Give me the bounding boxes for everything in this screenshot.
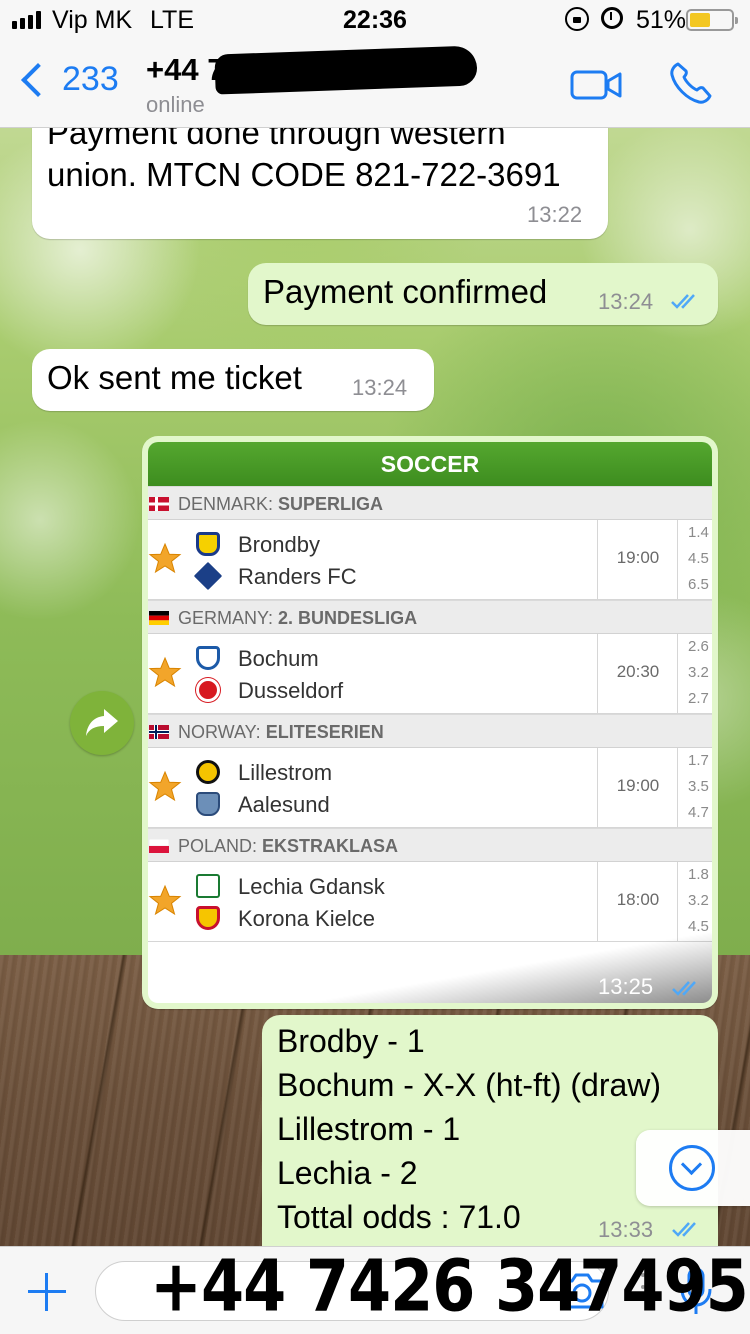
league-name: 2. BUNDESLIGA: [278, 608, 418, 628]
message-line: Lechia - 2: [277, 1155, 418, 1191]
league-country: DENMARK:: [178, 494, 274, 514]
odd-home: 2.6: [688, 638, 709, 655]
contact-name[interactable]: +44 7: [146, 52, 224, 88]
message-time: 13:24: [352, 375, 408, 400]
message-time: 13:24: [598, 289, 654, 314]
odd-away: 6.5: [688, 576, 709, 593]
message-time: 13:25: [598, 974, 654, 999]
unread-count: 233: [62, 60, 119, 98]
message-line: Bochum - X-X (ht-ft) (draw): [277, 1067, 662, 1103]
ticket-sport-header: SOCCER: [148, 442, 712, 486]
contact-status: online: [146, 92, 205, 117]
message-line: Lillestrom - 1: [277, 1111, 461, 1147]
bochum-crest-icon: [196, 646, 220, 670]
norway-flag-icon: [149, 725, 169, 739]
message-time: 13:22: [527, 202, 583, 227]
star-icon: [148, 884, 182, 916]
match-row: Brondby Randers FC 19:00 1.4 4.5 6.5: [148, 520, 712, 600]
league-country: GERMANY:: [178, 608, 274, 628]
league-country: POLAND:: [178, 836, 258, 856]
battery-icon: [686, 9, 738, 31]
dusseldorf-crest-icon: [196, 678, 220, 702]
back-button[interactable]: 233: [18, 60, 119, 99]
odd-home: 1.7: [688, 752, 709, 769]
away-team: Randers FC: [238, 564, 357, 589]
message-time: 13:33: [598, 1217, 654, 1242]
bet-ticket-image: SOCCER DENMARK: SUPERLIGA Brondby Rander…: [148, 442, 712, 1003]
odd-draw: 4.5: [688, 550, 709, 567]
home-team: Lillestrom: [238, 760, 333, 785]
league-header: DENMARK: SUPERLIGA: [148, 486, 712, 520]
home-team: Bochum: [238, 646, 319, 671]
message-line: union. MTCN CODE 821-722-3691: [47, 156, 561, 193]
kickoff-time: 20:30: [616, 662, 660, 681]
overlay-phone-number: +44 7426 347495: [150, 1243, 749, 1328]
odd-home: 1.8: [688, 866, 709, 883]
message-line: Tottal odds : 71.0: [277, 1199, 521, 1235]
attach-plus-icon[interactable]: [28, 1273, 66, 1311]
league-header: NORWAY: ELITESERIEN: [148, 714, 712, 748]
message-text: Payment confirmed: [263, 273, 548, 310]
odd-draw: 3.2: [688, 892, 709, 909]
message-outgoing[interactable]: Payment confirmed 13:24: [248, 263, 718, 325]
kickoff-time: 19:00: [616, 776, 660, 795]
battery-level: [690, 13, 711, 27]
odd-away: 2.7: [688, 690, 709, 707]
league-name: EKSTRAKLASA: [262, 836, 399, 856]
image-message[interactable]: SOCCER DENMARK: SUPERLIGA Brondby Rander…: [142, 436, 718, 1009]
forward-arrow-icon: [86, 709, 118, 736]
lillestrom-crest-icon: [196, 760, 220, 784]
message-line: Brodby - 1: [277, 1023, 425, 1059]
alarm-icon: [601, 7, 623, 29]
league-country: NORWAY:: [178, 722, 261, 742]
odd-away: 4.7: [688, 804, 709, 821]
star-icon: [148, 542, 182, 574]
odd-draw: 3.5: [688, 778, 709, 795]
battery-percent: 51%: [636, 6, 687, 34]
read-ticks-icon: [672, 1222, 696, 1237]
odd-draw: 3.2: [688, 664, 709, 681]
away-team: Aalesund: [238, 792, 330, 817]
redaction-scribble: [214, 45, 478, 95]
odd-home: 1.4: [688, 524, 709, 541]
star-icon: [148, 656, 182, 688]
star-icon: [148, 770, 182, 802]
read-ticks-icon: [672, 981, 696, 996]
brondby-crest-icon: [196, 532, 220, 556]
forward-button[interactable]: [70, 691, 134, 755]
kickoff-time: 19:00: [616, 548, 660, 567]
home-team: Brondby: [238, 532, 320, 557]
away-team: Dusseldorf: [238, 678, 344, 703]
rotation-lock-icon: [565, 7, 589, 31]
league-header: POLAND: EKSTRAKLASA: [148, 828, 712, 862]
video-call-icon[interactable]: [570, 70, 622, 100]
randers-crest-icon: [191, 559, 225, 593]
league-header: GERMANY: 2. BUNDESLIGA: [148, 600, 712, 634]
home-team: Lechia Gdansk: [238, 874, 385, 899]
germany-flag-icon: [149, 611, 169, 625]
divider: [677, 520, 678, 600]
divider: [677, 748, 678, 828]
divider: [677, 634, 678, 714]
read-ticks-icon: [671, 294, 695, 309]
message-incoming[interactable]: Ok sent me ticket 13:24: [32, 349, 434, 411]
poland-flag-icon: [149, 839, 169, 853]
denmark-flag-icon: [149, 497, 169, 511]
scroll-to-bottom-button[interactable]: [636, 1130, 750, 1206]
phone-call-icon[interactable]: [668, 60, 714, 106]
match-row: Lillestrom Aalesund 19:00 1.7 3.5 4.7: [148, 748, 712, 828]
league-name: ELITESERIEN: [265, 722, 384, 742]
status-bar: Vip MK LTE 22:36 51%: [0, 0, 750, 40]
league-name: SUPERLIGA: [278, 494, 384, 514]
chevron-down-icon: [669, 1145, 715, 1191]
lechia-crest-icon: [196, 874, 220, 898]
match-row: Bochum Dusseldorf 20:30 2.6 3.2 2.7: [148, 634, 712, 714]
kickoff-time: 18:00: [616, 890, 660, 909]
chat-header: 233 +44 7 online: [0, 40, 750, 128]
message-text: Ok sent me ticket: [47, 359, 302, 396]
aalesund-crest-icon: [196, 792, 220, 816]
chevron-left-icon: [21, 62, 55, 97]
